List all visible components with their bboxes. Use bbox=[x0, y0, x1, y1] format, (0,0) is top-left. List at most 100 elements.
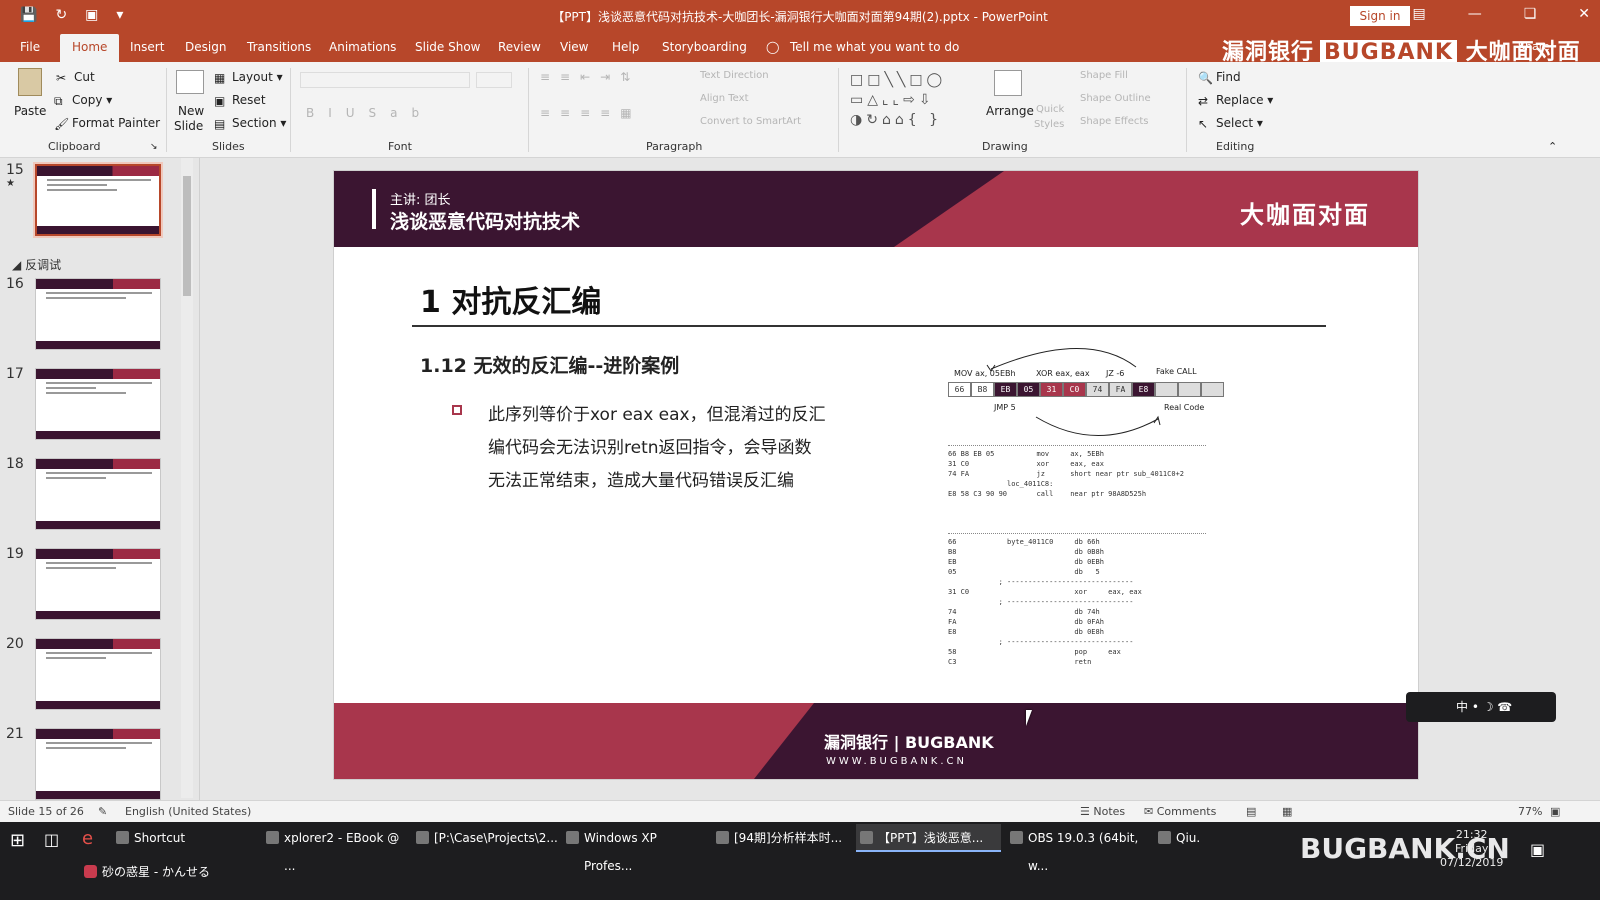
notes-button[interactable]: ☰ Notes bbox=[1080, 805, 1125, 818]
slide-thumbnail[interactable] bbox=[35, 728, 161, 800]
tab-help[interactable]: Help bbox=[612, 40, 639, 54]
copy-button[interactable]: ⧉ Copy ▾ bbox=[54, 93, 112, 108]
text-direction-button[interactable]: Text Direction bbox=[700, 70, 769, 81]
format-painter-button[interactable]: 🖌 Format Painter bbox=[54, 116, 160, 131]
slide-heading[interactable]: 1 对抗反汇编 bbox=[420, 277, 601, 321]
layout-icon: ▦ bbox=[214, 71, 226, 85]
quick-styles-label-2[interactable]: Styles bbox=[1034, 119, 1064, 130]
tab-home[interactable]: Home bbox=[60, 34, 120, 62]
tab-file[interactable]: File bbox=[20, 40, 40, 54]
sign-in-button[interactable]: Sign in bbox=[1350, 6, 1410, 26]
tab-review[interactable]: Review bbox=[498, 40, 541, 54]
shape-fill-button[interactable]: Shape Fill bbox=[1080, 70, 1128, 81]
font-format-buttons[interactable]: BIUSab bbox=[306, 106, 433, 120]
animation-star-icon: ★ bbox=[6, 178, 15, 189]
tab-animations[interactable]: Animations bbox=[329, 40, 396, 54]
notification-icon[interactable]: ▣ bbox=[1530, 840, 1545, 859]
comments-button[interactable]: ✉ Comments bbox=[1144, 805, 1216, 818]
taskbar-item-active[interactable]: 【PPT】浅谈恶意... bbox=[856, 824, 1001, 852]
ime-mode[interactable]: 中 bbox=[1456, 700, 1468, 714]
thumbnail-scrollbar[interactable] bbox=[181, 158, 193, 798]
slide-thumbnail-pane: 15 ★ ◢ 反调试 16 17 18 19 20 21 bbox=[0, 158, 200, 818]
group-label-font: Font bbox=[388, 140, 412, 153]
taskbar-item[interactable]: Qiu. bbox=[1154, 824, 1274, 852]
paste-button[interactable]: Paste bbox=[14, 104, 46, 118]
start-windows-icon[interactable]: ⊞ bbox=[10, 830, 25, 851]
convert-smartart-button[interactable]: Convert to SmartArt bbox=[700, 116, 801, 127]
align-buttons[interactable]: ≡≡≡≡▦ bbox=[540, 106, 642, 120]
slide-thumbnail[interactable] bbox=[35, 278, 161, 350]
group-label-drawing: Drawing bbox=[982, 140, 1028, 153]
slide-thumbnail[interactable] bbox=[35, 548, 161, 620]
quick-styles-label-1[interactable]: Quick bbox=[1036, 104, 1064, 115]
font-size-box[interactable] bbox=[476, 72, 512, 88]
collapse-section-icon[interactable]: ◢ bbox=[12, 258, 21, 272]
tab-insert[interactable]: Insert bbox=[130, 40, 164, 54]
slide[interactable]: 主讲: 团长 浅谈恶意代码对抗技术 大咖面对面 1 对抗反汇编 1.12 无效的… bbox=[333, 170, 1419, 780]
slide-thumbnail[interactable] bbox=[35, 368, 161, 440]
taskbar-item[interactable]: [P:\Case\Projects\2... bbox=[412, 824, 558, 852]
select-button[interactable]: ↖ Select ▾ bbox=[1198, 116, 1263, 131]
close-icon[interactable]: ✕ bbox=[1578, 6, 1590, 22]
tab-slide-show[interactable]: Slide Show bbox=[415, 40, 480, 54]
taskbar-item[interactable]: [94期]分析样本时... bbox=[712, 824, 857, 852]
group-label-slides: Slides bbox=[212, 140, 245, 153]
disassembly-figure[interactable]: MOV ax, 05EBh XOR eax, eax JZ -6 Fake CA… bbox=[946, 347, 1236, 677]
spelling-icon[interactable]: ✎ bbox=[98, 805, 107, 818]
language-indicator[interactable]: English (United States) bbox=[125, 805, 251, 818]
taskbar-item[interactable]: xplorer2 - EBook @ ... bbox=[262, 824, 407, 873]
reset-button[interactable]: ▣ Reset bbox=[214, 93, 266, 108]
arrange-button[interactable]: Arrange bbox=[986, 104, 1034, 118]
layout-button[interactable]: ▦ Layout ▾ bbox=[214, 70, 283, 85]
slide-editor: 主讲: 团长 浅谈恶意代码对抗技术 大咖面对面 1 对抗反汇编 1.12 无效的… bbox=[200, 158, 1568, 818]
tab-view[interactable]: View bbox=[560, 40, 588, 54]
new-slide-label-2[interactable]: Slide bbox=[174, 119, 203, 133]
slide-body-text[interactable]: 此序列等价于xor eax eax，但混淆过的反汇编代码会无法识别retn返回指… bbox=[488, 399, 828, 498]
tab-design[interactable]: Design bbox=[185, 40, 226, 54]
tab-transitions[interactable]: Transitions bbox=[247, 40, 311, 54]
taskbar-item[interactable]: OBS 19.0.3 (64bit, w... bbox=[1006, 824, 1151, 873]
normal-view-icon[interactable]: ▤ bbox=[1246, 805, 1256, 818]
find-button[interactable]: 🔍 Find bbox=[1198, 70, 1241, 85]
paste-icon[interactable] bbox=[18, 68, 42, 96]
cut-button[interactable]: ✂ Cut bbox=[56, 70, 95, 85]
shape-effects-button[interactable]: Shape Effects bbox=[1080, 116, 1148, 127]
byte-cell: 31 bbox=[1040, 382, 1063, 397]
slide-sorter-icon[interactable]: ▦ bbox=[1282, 805, 1292, 818]
edge-icon[interactable]: e bbox=[82, 828, 93, 849]
shapes-gallery[interactable]: □□╲╲□◯ ▭△⌞⌞⇨⇩ ◑↻⌂⌂{ } bbox=[850, 70, 980, 130]
taskbar-item-music[interactable]: 砂の惑星 - かんせる bbox=[80, 858, 210, 886]
slide-thumbnail[interactable] bbox=[35, 164, 161, 236]
ribbon-display-icon[interactable]: ▤ bbox=[1412, 6, 1425, 22]
slide-thumbnail[interactable] bbox=[35, 638, 161, 710]
header-accent-bar bbox=[372, 189, 376, 229]
restore-icon[interactable]: ❏ bbox=[1524, 6, 1537, 22]
taskbar-item[interactable]: Shortcut bbox=[112, 824, 257, 852]
tab-storyboarding[interactable]: Storyboarding bbox=[662, 40, 747, 54]
section-button[interactable]: ▤ Section ▾ bbox=[214, 116, 286, 131]
scrollbar-thumb[interactable] bbox=[183, 176, 191, 296]
slide-thumbnail[interactable] bbox=[35, 458, 161, 530]
new-slide-label-1[interactable]: New bbox=[178, 104, 204, 118]
align-text-button[interactable]: Align Text bbox=[700, 93, 749, 104]
shape-outline-button[interactable]: Shape Outline bbox=[1080, 93, 1151, 104]
arrange-icon[interactable] bbox=[994, 70, 1022, 96]
share-button[interactable]: Share bbox=[1518, 40, 1550, 53]
task-view-icon[interactable]: ◫ bbox=[44, 830, 59, 849]
list-buttons[interactable]: ≡≡⇤⇥⇅ bbox=[540, 70, 640, 84]
minimize-icon[interactable]: — bbox=[1468, 6, 1482, 22]
fit-slide-icon[interactable]: ▣ bbox=[1550, 805, 1560, 818]
new-slide-icon[interactable] bbox=[176, 70, 204, 94]
zoom-level[interactable]: 77% bbox=[1518, 805, 1542, 818]
tell-me-search[interactable]: Tell me what you want to do bbox=[790, 40, 959, 54]
clipboard-launcher-icon[interactable]: ↘ bbox=[150, 142, 158, 152]
replace-button[interactable]: ⇄ Replace ▾ bbox=[1198, 93, 1273, 108]
collapse-ribbon-icon[interactable]: ⌃ bbox=[1548, 140, 1557, 153]
font-name-box[interactable] bbox=[300, 72, 470, 88]
system-clock[interactable]: 21:32 Friday 07/12/2019 bbox=[1440, 828, 1503, 870]
section-header[interactable]: ◢ 反调试 bbox=[12, 256, 61, 273]
slide-subheading[interactable]: 1.12 无效的反汇编--进阶案例 bbox=[420, 351, 679, 378]
ime-toolbar[interactable]: 中 • ☽ ☎ bbox=[1406, 692, 1556, 722]
taskbar-item[interactable]: Windows XP Profes... bbox=[562, 824, 707, 873]
slide-footer-banner: 漏洞银行 | BUGBANK WWW.BUGBANK.CN bbox=[334, 703, 1418, 779]
